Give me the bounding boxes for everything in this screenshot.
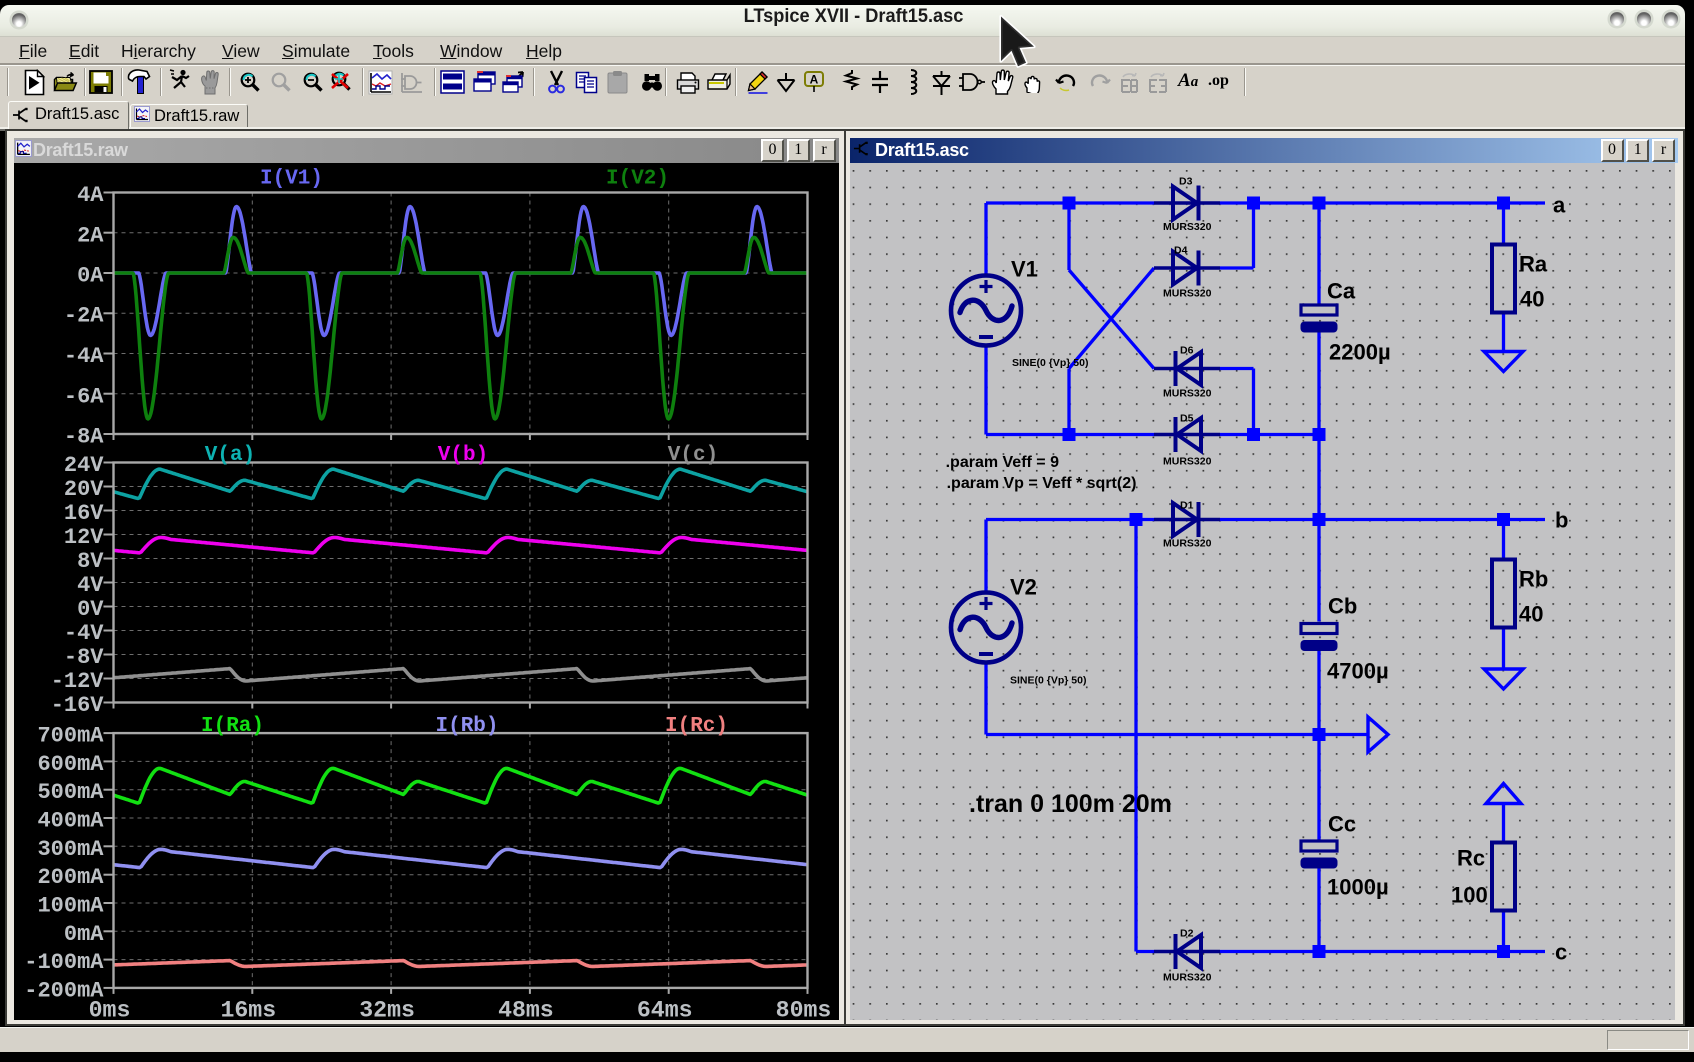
svg-text:-4A: -4A: [63, 344, 103, 369]
svg-text:1000µ: 1000µ: [1327, 874, 1389, 899]
svg-text:MURS320: MURS320: [1163, 221, 1212, 233]
svg-text:400mA: 400mA: [37, 808, 104, 833]
svg-text:48ms: 48ms: [498, 997, 554, 1020]
svg-text:12V: 12V: [63, 525, 103, 550]
svg-text:-2A: -2A: [63, 303, 103, 328]
svg-text:500mA: 500mA: [37, 780, 104, 805]
svg-text:2A: 2A: [77, 223, 104, 248]
svg-text:16V: 16V: [63, 501, 103, 526]
svg-text:V(c): V(c): [667, 444, 717, 467]
svg-text:Rb: Rb: [1519, 566, 1548, 591]
svg-text:100mA: 100mA: [37, 893, 104, 918]
svg-text:SINE(0 {Vp} 50): SINE(0 {Vp} 50): [1010, 674, 1086, 686]
svg-text:-16V: -16V: [50, 693, 104, 718]
svg-text:0V: 0V: [77, 597, 104, 622]
svg-text:I(Ra): I(Ra): [200, 715, 263, 738]
svg-text:Ra: Ra: [1519, 251, 1548, 276]
svg-text:4700µ: 4700µ: [1327, 658, 1389, 683]
svg-text:20V: 20V: [63, 477, 103, 502]
svg-text:40: 40: [1519, 601, 1543, 626]
svg-text:V1: V1: [1011, 256, 1038, 281]
svg-text:SINE(0 {Vp} 50): SINE(0 {Vp} 50): [1012, 357, 1088, 369]
svg-text:200mA: 200mA: [37, 865, 104, 890]
svg-text:MURS320: MURS320: [1163, 537, 1212, 549]
svg-text:64ms: 64ms: [636, 997, 692, 1020]
svg-text:Cc: Cc: [1328, 811, 1356, 836]
svg-text:700mA: 700mA: [37, 723, 104, 748]
svg-text:16ms: 16ms: [220, 997, 276, 1020]
svg-text:V(b): V(b): [437, 444, 487, 467]
svg-text:MURS320: MURS320: [1163, 455, 1212, 467]
svg-text:.param Vp = Veff * sqrt(2): .param Vp = Veff * sqrt(2): [947, 475, 1137, 492]
svg-text:I(V2): I(V2): [605, 167, 668, 190]
svg-text:-8V: -8V: [63, 645, 103, 670]
svg-text:4V: 4V: [77, 573, 104, 598]
svg-text:I(Rc): I(Rc): [664, 715, 727, 738]
svg-text:V(a): V(a): [204, 444, 254, 467]
svg-text:0mA: 0mA: [63, 921, 103, 946]
svg-text:MURS320: MURS320: [1163, 971, 1212, 983]
svg-text:c: c: [1555, 939, 1567, 964]
svg-text:D6: D6: [1180, 344, 1194, 356]
svg-text:MURS320: MURS320: [1163, 387, 1212, 399]
svg-text:Ca: Ca: [1327, 278, 1356, 303]
svg-text:D4: D4: [1174, 244, 1188, 256]
svg-text:24V: 24V: [63, 453, 103, 478]
svg-text:4A: 4A: [77, 183, 104, 208]
svg-text:32ms: 32ms: [359, 997, 415, 1020]
svg-text:-8A: -8A: [63, 424, 103, 449]
svg-text:Cb: Cb: [1328, 593, 1357, 618]
svg-text:-4V: -4V: [63, 621, 103, 646]
svg-text:300mA: 300mA: [37, 836, 104, 861]
svg-text:I(Rb): I(Rb): [435, 715, 498, 738]
svg-text:-12V: -12V: [50, 669, 104, 694]
svg-text:2200µ: 2200µ: [1329, 339, 1391, 364]
svg-text:D3: D3: [1179, 175, 1193, 187]
svg-text:-6A: -6A: [63, 384, 103, 409]
svg-text:40: 40: [1520, 286, 1544, 311]
svg-text:.param Veff = 9: .param Veff = 9: [946, 453, 1059, 470]
svg-text:600mA: 600mA: [37, 751, 104, 776]
svg-text:A: A: [810, 73, 819, 87]
svg-text:a: a: [1553, 192, 1566, 217]
svg-text:.tran 0 100m 20m: .tran 0 100m 20m: [969, 790, 1172, 818]
svg-text:D1: D1: [1180, 499, 1194, 511]
svg-text:0A: 0A: [77, 263, 104, 288]
svg-text:V2: V2: [1010, 574, 1037, 599]
svg-text:MURS320: MURS320: [1163, 287, 1212, 299]
svg-text:D2: D2: [1180, 927, 1194, 939]
svg-text:-100mA: -100mA: [24, 950, 104, 975]
svg-text:I(V1): I(V1): [259, 167, 322, 190]
svg-text:8V: 8V: [77, 549, 104, 574]
svg-text:Rc: Rc: [1457, 845, 1485, 870]
svg-text:D5: D5: [1180, 412, 1194, 424]
svg-text:b: b: [1555, 507, 1568, 532]
svg-text:100: 100: [1451, 882, 1488, 907]
svg-text:80ms: 80ms: [775, 997, 831, 1020]
svg-text:0ms: 0ms: [88, 997, 130, 1020]
